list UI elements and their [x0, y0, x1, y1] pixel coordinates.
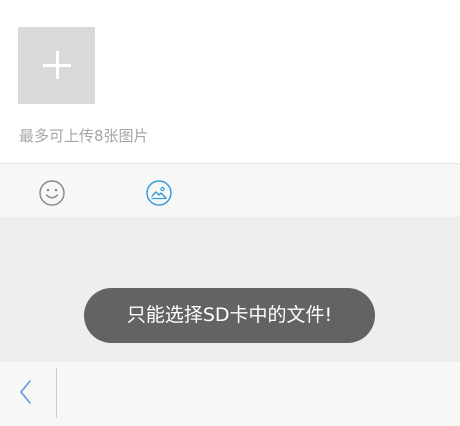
image-icon[interactable] [145, 179, 173, 207]
bottom-bar [0, 362, 460, 426]
add-photo-button[interactable] [18, 27, 95, 104]
input-toolbar [0, 164, 460, 217]
app-screen: 最多可上传8张图片 只能选择SD卡中的文件! [0, 0, 460, 426]
toast-message: 只能选择SD卡中的文件! [84, 288, 375, 343]
bottom-divider [56, 368, 57, 418]
upload-section: 最多可上传8张图片 [0, 0, 460, 163]
chevron-left-icon[interactable] [10, 376, 42, 408]
smiley-icon[interactable] [38, 179, 66, 207]
upload-limit-hint: 最多可上传8张图片 [19, 127, 149, 145]
